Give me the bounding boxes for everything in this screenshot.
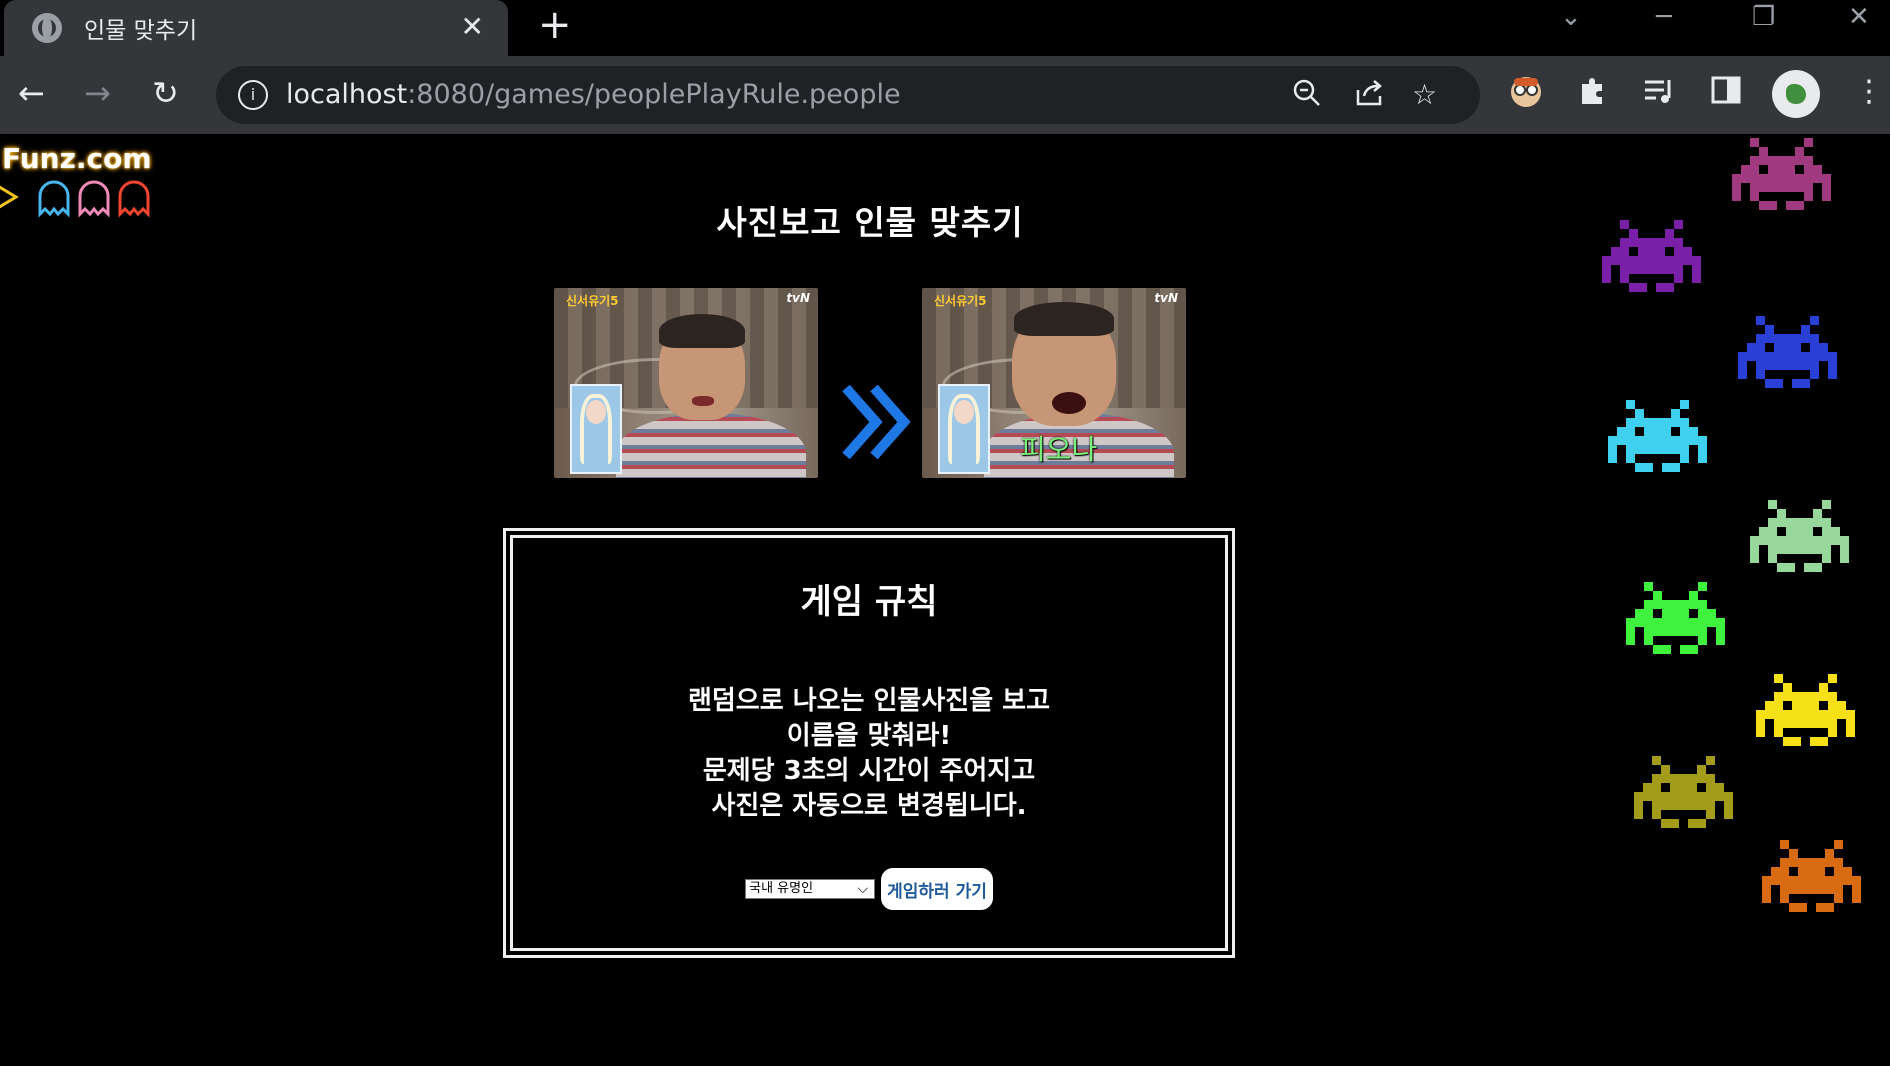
page-content: Funz.com 사진보고 인물 맞추기 신서유기5 tvN 신서유기5 tvN… [0, 134, 1890, 1066]
browser-toolbar: ← → ↻ i localhost:8080/games/peoplePlayR… [0, 56, 1890, 134]
share-icon[interactable] [1354, 78, 1386, 115]
bookmark-star-icon[interactable]: ☆ [1412, 78, 1437, 111]
rules-line: 사진은 자동으로 변경됩니다. [711, 791, 1027, 821]
media-queue-icon[interactable] [1642, 74, 1678, 110]
category-selected-value: 국내 유명인 [749, 881, 814, 896]
new-tab-button[interactable]: + [538, 2, 572, 48]
reload-icon[interactable]: ↻ [152, 74, 179, 112]
side-panel-icon[interactable] [1710, 74, 1746, 110]
double-chevron-right-icon [842, 384, 911, 460]
window-close-icon[interactable]: ✕ [1848, 2, 1870, 32]
info-icon[interactable]: i [238, 80, 268, 110]
extension-face-icon[interactable] [1508, 74, 1544, 110]
close-tab-icon[interactable]: ✕ [461, 10, 484, 43]
restore-icon[interactable]: ❐ [1752, 2, 1775, 32]
show-logo: 신서유기5 [566, 294, 619, 308]
invader-icon [1762, 840, 1861, 912]
rules-line: 문제당 3초의 시간이 주어지고 [702, 756, 1036, 786]
address-bar[interactable]: i localhost:8080/games/peoplePlayRule.pe… [216, 66, 1480, 124]
tab-title: 인물 맞추기 [84, 18, 198, 44]
page-title: 사진보고 인물 맞추기 [716, 203, 1024, 242]
invader-icon [1756, 674, 1855, 746]
tab-strip: 인물 맞추기 ✕ + ⌄ ─ ❐ ✕ [0, 0, 1890, 56]
invader-icon [1634, 756, 1733, 828]
elsa-card-image [938, 384, 990, 474]
extensions-puzzle-icon[interactable] [1576, 74, 1612, 110]
tvn-logo: tvN [786, 291, 810, 305]
minimize-icon[interactable]: ─ [1656, 2, 1672, 32]
invader-icon [1738, 316, 1837, 388]
invader-icon [1626, 582, 1725, 654]
url-text[interactable]: localhost:8080/games/peoplePlayRule.peop… [286, 79, 901, 110]
space-invaders-decoration [1602, 138, 1861, 912]
answer-caption: 피오나 [1020, 433, 1098, 466]
chevron-down-icon: ⌵ [857, 881, 869, 897]
example-photo-before: 신서유기5 tvN [554, 288, 818, 478]
rules-description: 랜덤으로 나오는 인물사진을 보고 이름을 맞춰라! 문제당 3초의 시간이 주… [513, 684, 1225, 824]
invader-icon [1750, 500, 1849, 572]
menu-kebab-icon[interactable]: ⋮ [1854, 74, 1884, 109]
profile-avatar[interactable] [1772, 70, 1820, 118]
show-logo: 신서유기5 [934, 294, 987, 308]
globe-icon [32, 13, 62, 43]
start-game-button[interactable]: 게임하러 가기 [881, 868, 993, 910]
forward-icon[interactable]: → [84, 74, 111, 112]
rules-line: 이름을 맞춰라! [786, 721, 952, 751]
tvn-logo: tvN [1154, 291, 1178, 305]
invader-icon [1732, 138, 1831, 210]
tab-search-icon[interactable]: ⌄ [1560, 2, 1582, 32]
invader-icon [1602, 220, 1701, 292]
zoom-icon[interactable] [1292, 78, 1322, 115]
elsa-card-image [570, 384, 622, 474]
example-photo-after: 신서유기5 tvN 피오나 [922, 288, 1186, 478]
site-logo[interactable]: Funz.com [2, 142, 152, 175]
game-rules-panel: 게임 규칙 랜덤으로 나오는 인물사진을 보고 이름을 맞춰라! 문제당 3초의… [503, 528, 1235, 958]
invader-icon [1608, 400, 1707, 472]
category-select[interactable]: 국내 유명인 ⌵ [745, 879, 876, 899]
back-icon[interactable]: ← [18, 74, 45, 112]
rules-title: 게임 규칙 [800, 582, 938, 622]
active-tab[interactable]: 인물 맞추기 ✕ [4, 0, 508, 56]
rules-line: 랜덤으로 나오는 인물사진을 보고 [687, 686, 1051, 716]
game-start-controls: 국내 유명인 ⌵ 게임하러 가기 [513, 868, 1225, 910]
